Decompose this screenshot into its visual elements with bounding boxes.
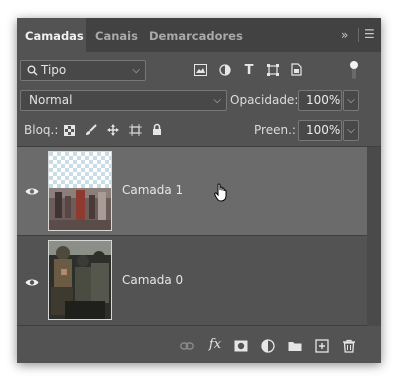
chevron-down-icon: ⌵: [213, 95, 221, 106]
filter-kind-dropdown[interactable]: Tipo ⌵: [20, 60, 146, 81]
layer-thumbnail: [48, 240, 112, 320]
tab-camadas[interactable]: Camadas: [17, 18, 86, 52]
tab-demarcadores[interactable]: Demarcadores: [141, 18, 251, 52]
lock-row: Bloq.: Preen.: 100% ⌵: [17, 120, 381, 142]
blend-row: Normal ⌵ Opacidade: 100% ⌵: [17, 90, 381, 112]
hand-cursor-icon: [214, 183, 227, 202]
delete-layer-icon[interactable]: [342, 339, 356, 353]
layer-name[interactable]: Camada 1: [122, 183, 183, 197]
lock-position-icon[interactable]: [107, 124, 119, 136]
search-icon: [27, 65, 38, 76]
opacity-input[interactable]: 100%: [298, 90, 342, 111]
visibility-eye-icon[interactable]: [25, 187, 39, 196]
adjustment-layer-icon[interactable]: [261, 339, 275, 353]
layers-bottom-toolbar: fx: [17, 328, 381, 363]
hamburger-menu-icon[interactable]: ☰: [364, 27, 375, 41]
layer-row-camada-1[interactable]: Camada 1: [17, 147, 367, 236]
adjustment-filter-icon[interactable]: [219, 64, 231, 76]
fill-dropdown-button[interactable]: ⌵: [343, 120, 359, 141]
fill-label: Preen.:: [254, 123, 296, 137]
smart-object-filter-icon[interactable]: [291, 63, 302, 76]
chevron-down-icon: ⌵: [132, 65, 140, 76]
shape-filter-icon[interactable]: [267, 64, 279, 76]
layers-scrollbar[interactable]: [367, 147, 381, 326]
lock-label: Bloq.:: [24, 123, 59, 137]
new-layer-icon[interactable]: [315, 339, 329, 353]
layer-style-fx-icon[interactable]: fx: [207, 337, 223, 353]
image-filter-icon[interactable]: [194, 64, 207, 76]
opacity-dropdown-button[interactable]: ⌵: [343, 90, 359, 111]
filter-row: Tipo ⌵ T: [17, 60, 381, 82]
lock-artboard-icon[interactable]: [129, 124, 142, 136]
layers-panel: Camadas Canais Demarcadores » ☰ Tipo ⌵ T: [17, 18, 381, 363]
lock-transparent-pixels-icon[interactable]: [64, 125, 75, 136]
tab-canais[interactable]: Canais: [87, 18, 146, 52]
layer-thumbnail: [48, 151, 112, 231]
filter-kind-label: Tipo: [41, 63, 67, 77]
add-mask-icon[interactable]: [234, 339, 248, 353]
new-group-icon[interactable]: [288, 339, 302, 353]
lock-image-pixels-icon[interactable]: [85, 124, 97, 136]
tab-divider: [358, 28, 359, 42]
layer-row-camada-0[interactable]: Camada 0: [17, 236, 367, 326]
lock-all-icon[interactable]: [152, 123, 162, 136]
opacity-label: Opacidade:: [230, 93, 299, 107]
link-layers-icon[interactable]: [180, 339, 194, 353]
fill-input[interactable]: 100%: [298, 120, 342, 141]
panel-tab-bar: Camadas Canais Demarcadores » ☰: [17, 18, 381, 52]
blend-mode-value: Normal: [29, 93, 73, 107]
visibility-eye-icon[interactable]: [25, 278, 39, 287]
blend-mode-dropdown[interactable]: Normal ⌵: [20, 90, 227, 111]
double-chevron-right-icon[interactable]: »: [341, 28, 348, 42]
layer-name[interactable]: Camada 0: [122, 273, 183, 287]
type-filter-icon[interactable]: T: [242, 63, 256, 79]
filter-toggle-icon[interactable]: [349, 60, 359, 80]
